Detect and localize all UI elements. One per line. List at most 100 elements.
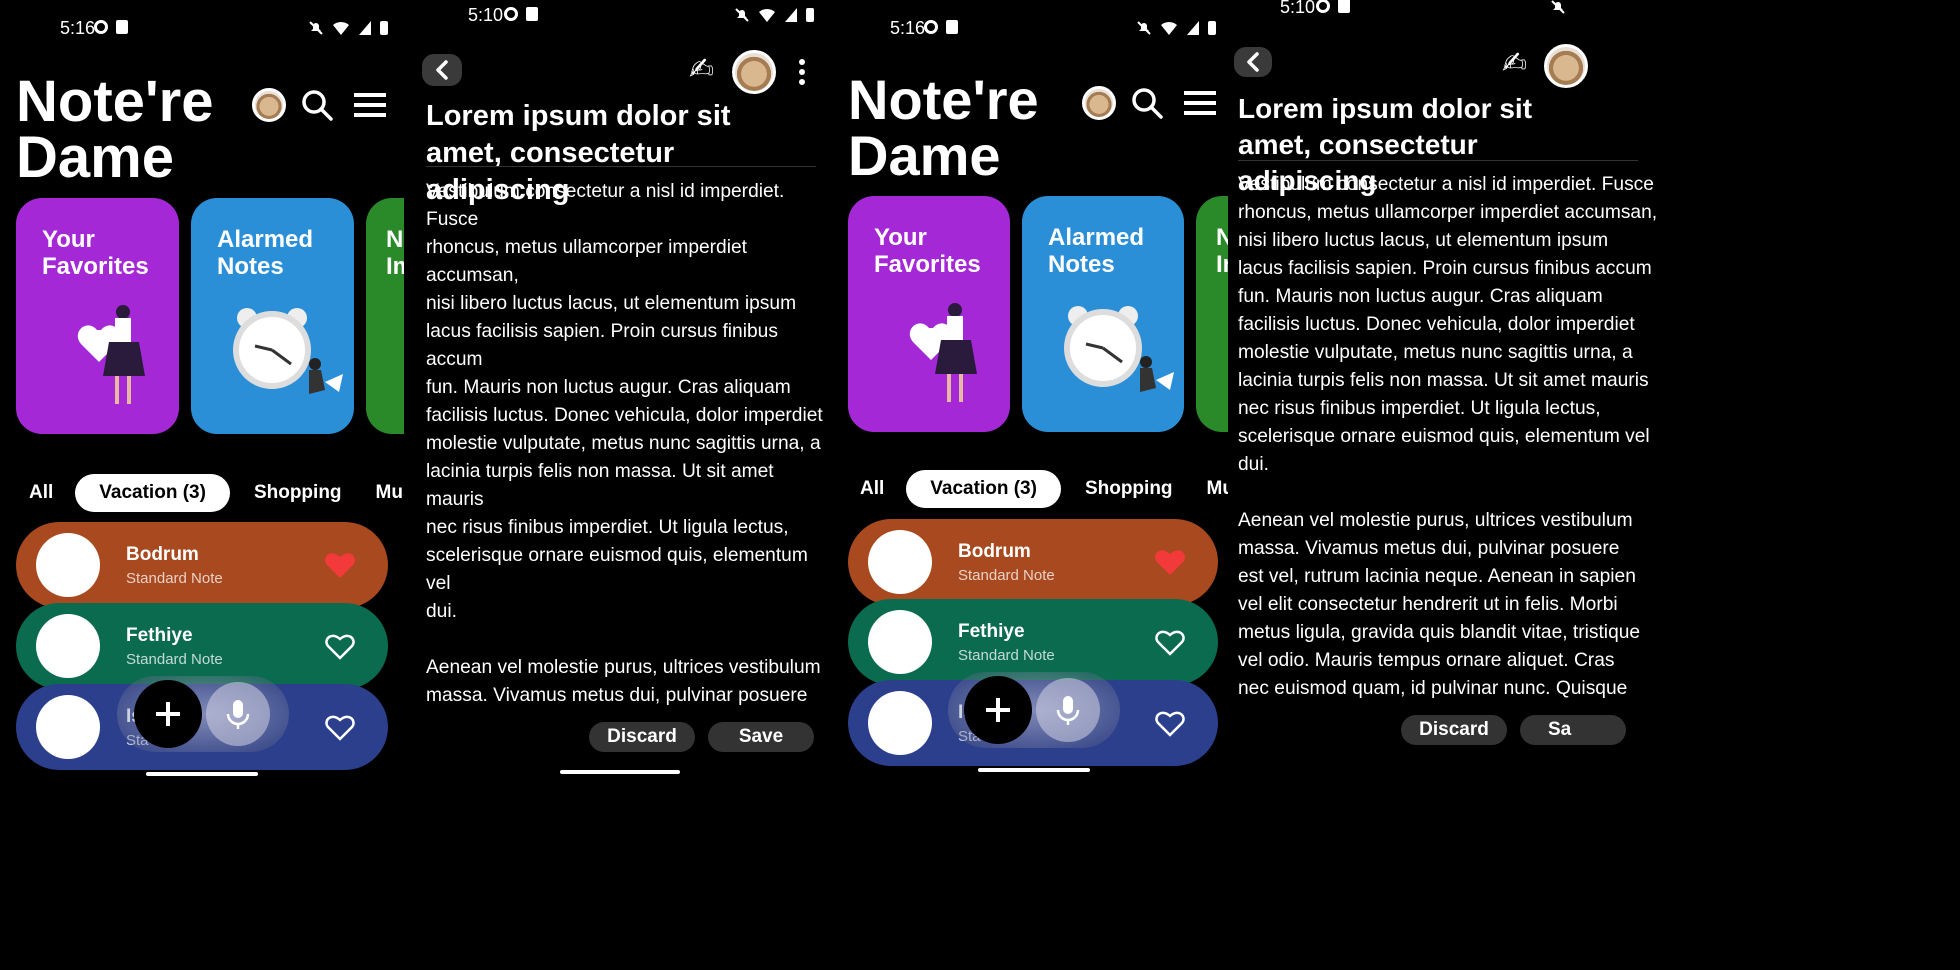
writing-hand-icon: ✍ [868, 530, 932, 594]
card-label: Your Favorites [42, 226, 149, 280]
chevron-left-icon [1247, 52, 1259, 72]
add-note-button[interactable] [964, 676, 1032, 744]
note-item-bodrum[interactable]: ✍ Bodrum Standard Note [16, 522, 388, 608]
note-type: Standard Note [126, 651, 223, 668]
writing-hand-icon[interactable]: ✍ [1502, 46, 1527, 81]
settings-status-icon [924, 20, 938, 34]
home-screen-2: 5:16 Note're Dame Your Favorites Alarmed… [832, 0, 1228, 970]
voice-note-button[interactable] [1036, 678, 1100, 742]
battery-icon [806, 8, 814, 22]
status-time: 5:16 [890, 17, 926, 38]
save-button[interactable]: Save [708, 722, 814, 752]
plus-icon [156, 702, 180, 726]
back-button[interactable] [422, 54, 462, 86]
voice-note-button[interactable] [206, 682, 270, 746]
status-bar: 5:10 [404, 3, 832, 27]
card-label: Alarmed Notes [1048, 224, 1145, 278]
wifi-icon [1161, 21, 1177, 35]
editor-screen-2: 5:10 ✍ Lorem ipsum dolor sit amet, conse… [1228, 0, 1960, 970]
mute-icon [1551, 0, 1565, 14]
save-button[interactable]: Sa [1520, 715, 1626, 745]
favorites-card[interactable]: Your Favorites [848, 196, 1010, 432]
chip-shopping[interactable]: Shopping [1085, 478, 1173, 500]
discard-button[interactable]: Discard [589, 722, 695, 752]
signal-icon [785, 8, 797, 22]
chip-music[interactable]: Music [1207, 478, 1228, 500]
system-status-icons [734, 7, 814, 23]
title-divider [1238, 160, 1638, 161]
card-label: No Im [386, 226, 404, 280]
more-options-icon[interactable] [796, 58, 808, 86]
profile-avatar[interactable] [732, 50, 776, 94]
woman-heart-illustration [909, 303, 977, 402]
writing-hand-icon: ✍ [868, 691, 932, 755]
wifi-icon [333, 21, 349, 35]
note-title: Bodrum [126, 544, 199, 565]
writing-hand-icon: ✍ [868, 610, 932, 674]
discard-button[interactable]: Discard [1401, 715, 1507, 745]
alarmed-notes-card[interactable]: Alarmed Notes [191, 198, 354, 434]
signal-icon [1187, 21, 1199, 35]
writing-hand-icon: ✍ [36, 695, 100, 759]
system-status-icons [308, 20, 388, 36]
category-chips: All Vacation (3) Shopping Music S [860, 470, 1228, 508]
note-title: Fethiye [958, 621, 1025, 642]
settings-status-icon [94, 20, 108, 34]
favorites-card[interactable]: Your Favorites [16, 198, 179, 434]
chip-all[interactable]: All [29, 482, 53, 504]
note-item-bodrum[interactable]: ✍ Bodrum Standard Note [848, 519, 1218, 605]
battery-icon [380, 21, 388, 35]
back-button[interactable] [1234, 47, 1272, 77]
profile-avatar[interactable] [1544, 44, 1588, 88]
signal-icon [359, 21, 371, 35]
heart-outline-icon[interactable] [324, 712, 356, 742]
chip-vacation[interactable]: Vacation (3) [906, 470, 1061, 508]
writing-hand-icon[interactable]: ✍ [689, 52, 714, 87]
microphone-icon [1056, 696, 1080, 725]
chip-shopping[interactable]: Shopping [254, 482, 342, 504]
sim-status-icon [526, 7, 538, 21]
search-icon[interactable] [300, 88, 334, 122]
note-body[interactable]: Vestibulum consectetur a nisl id imperdi… [426, 178, 826, 710]
home-screen-1: 5:16 Note're Dame Your Favorites Alarmed… [0, 0, 404, 970]
no-image-card[interactable]: No Im [366, 198, 404, 434]
note-type: Standard Note [126, 570, 223, 587]
heart-filled-icon[interactable] [324, 550, 356, 580]
chip-vacation[interactable]: Vacation (3) [75, 474, 230, 512]
settings-status-icon [1316, 0, 1330, 13]
menu-icon[interactable] [354, 92, 386, 118]
heart-outline-icon[interactable] [1154, 627, 1186, 657]
search-icon[interactable] [1130, 86, 1164, 120]
heart-outline-icon[interactable] [324, 631, 356, 661]
status-bar: 5:16 [0, 16, 404, 40]
card-label: No Im [1216, 224, 1228, 278]
alarmed-notes-card[interactable]: Alarmed Notes [1022, 196, 1184, 432]
alarm-clock-illustration [233, 308, 343, 394]
battery-icon [1208, 21, 1216, 35]
editor-screen-1: 5:10 ✍ Lorem ipsum dolor sit amet, conse… [404, 0, 832, 970]
status-time: 5:16 [60, 17, 96, 38]
system-status-icons [1136, 20, 1216, 36]
settings-status-icon [504, 7, 518, 21]
sim-status-icon [946, 20, 958, 34]
heart-filled-icon[interactable] [1154, 547, 1186, 577]
no-image-card[interactable]: No Im [1196, 196, 1228, 432]
note-type: Standard Note [958, 567, 1055, 584]
status-bar: 5:10 [1228, 0, 1960, 19]
title-divider [426, 166, 816, 167]
add-note-button[interactable] [134, 680, 202, 748]
profile-avatar[interactable] [252, 88, 286, 122]
chip-music[interactable]: Music [376, 482, 404, 504]
profile-avatar[interactable] [1082, 86, 1116, 120]
writing-hand-icon: ✍ [36, 533, 100, 597]
heart-outline-icon[interactable] [1154, 708, 1186, 738]
home-indicator [978, 768, 1090, 772]
app-title: Note're Dame [16, 69, 214, 190]
menu-icon[interactable] [1184, 90, 1216, 116]
app-title: Note're Dame [848, 68, 1039, 187]
plus-icon [986, 698, 1010, 722]
chip-all[interactable]: All [860, 478, 884, 500]
status-time: 5:10 [468, 4, 504, 25]
note-body[interactable]: Vestibulum consectetur a nisl id imperdi… [1238, 171, 1708, 704]
wifi-icon [759, 8, 775, 22]
